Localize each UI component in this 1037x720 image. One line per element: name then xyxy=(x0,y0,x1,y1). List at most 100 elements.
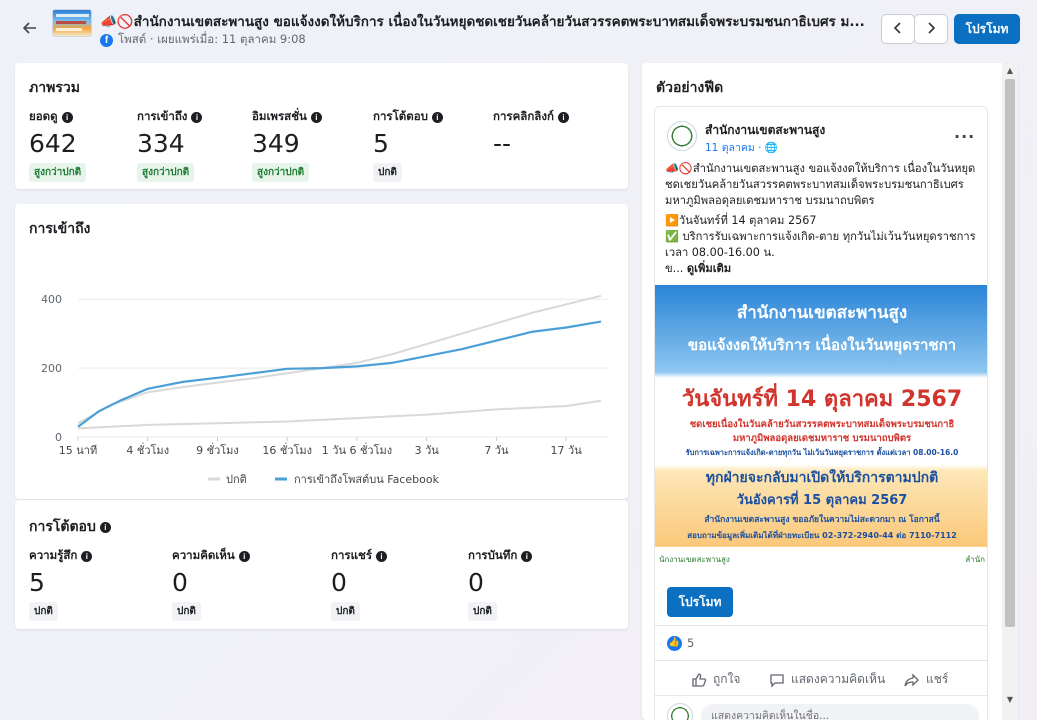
image-text: มหาภูมิพลอดุลยเดชมหาราช บรมนาถบพิตร xyxy=(732,433,912,444)
info-icon[interactable]: i xyxy=(557,111,569,123)
status-badge: ปกติ xyxy=(29,602,58,621)
post-thumbnail xyxy=(52,9,92,37)
chevron-left-icon xyxy=(893,22,901,34)
x-tick-label: 4 ชั่วโมง xyxy=(126,442,169,457)
status-badge: ปกติ xyxy=(468,602,497,621)
like-button[interactable]: ถูกใจ xyxy=(691,670,740,689)
y-tick-label: 400 xyxy=(41,293,62,306)
metric-value: 0 xyxy=(468,568,484,597)
status-badge: สูงกว่าปกติ xyxy=(29,163,87,182)
metric-value: 0 xyxy=(172,568,188,597)
next-post-button[interactable] xyxy=(914,14,948,44)
metric-label: การโต้ตอบ i xyxy=(373,108,443,126)
image-footer: นักงานเขตสะพานสูง สำนัก xyxy=(655,547,987,575)
comment-icon xyxy=(770,673,784,688)
feed-preview-card: ตัวอย่างฟีด สำนักงานเขตสะพานสูง 11 ตุลาค… xyxy=(642,63,1018,720)
engagement-metric: ความคิดเห็น i 0 ปกติ xyxy=(172,547,250,621)
page-name[interactable]: สำนักงานเขตสะพานสูง xyxy=(705,121,825,140)
metric-label: ความรู้สึก i xyxy=(29,547,93,565)
y-tick-label: 0 xyxy=(55,431,62,444)
engagement-title-row: การโต้ตอบ i xyxy=(29,516,111,538)
post-text-line: ✅ บริการรับเฉพาะการแจ้งเกิด-ตาย ทุกวันไม… xyxy=(665,230,976,259)
info-icon[interactable]: i xyxy=(61,111,73,123)
image-text: ทุกฝ่ายจะกลับมาเปิดให้บริการตามปกติ xyxy=(705,470,939,486)
thumbs-up-icon[interactable]: 👍 xyxy=(667,636,682,651)
metric-value: 334 xyxy=(137,129,185,158)
post-meta-row: f โพสต์ · เผยแพร่เมื่อ: 11 ตุลาคม 9:08 xyxy=(100,32,306,48)
back-button[interactable] xyxy=(20,18,40,38)
info-icon[interactable]: i xyxy=(521,550,533,562)
comment-label: แสดงความคิดเห็น xyxy=(791,672,886,686)
post-title: 📣🚫สำนักงานเขตสะพานสูง ขอแจ้งงดให้บริการ … xyxy=(100,14,865,30)
post-text-truncated: ข... xyxy=(665,262,687,275)
status-badge: ปกติ xyxy=(373,163,402,182)
info-icon[interactable]: i xyxy=(431,111,443,123)
image-text: ชดเชยเนื่องในวันคล้ายวันสวรรคตพระบาทสมเด… xyxy=(689,419,955,430)
overview-card: ภาพรวม ยอดดู i 642 สูงกว่าปกติ การเข้าถึง i 33… xyxy=(15,63,628,189)
like-label: ถูกใจ xyxy=(713,672,741,686)
reactions-row: 👍 5 xyxy=(655,625,987,661)
info-icon[interactable]: i xyxy=(238,550,250,562)
more-options-icon[interactable]: ··· xyxy=(954,127,975,146)
promote-button[interactable]: โปรโมท xyxy=(954,14,1020,44)
post-text: 📣🚫สำนักงานเขตสะพานสูง ขอแจ้งงดให้บริการ … xyxy=(665,161,983,281)
post-text-line: 📣🚫สำนักงานเขตสะพานสูง ขอแจ้งงดให้บริการ … xyxy=(665,162,976,207)
image-text: วันอังคารที่ 15 ตุลาคม 2567 xyxy=(736,493,908,508)
feed-scrollbar[interactable]: ▲ ▼ xyxy=(1002,63,1018,720)
engagement-metric: การแชร์ i 0 ปกติ xyxy=(331,547,387,621)
metric-label: การบันทึก i xyxy=(468,547,533,565)
status-badge: สูงกว่าปกติ xyxy=(137,163,195,182)
x-tick-label: 1 วัน 6 ชั่วโมง xyxy=(322,442,392,457)
image-text: สำนักงานเขตสะพานสูง ขออภัยในความไม่สะดวก… xyxy=(704,515,940,525)
y-tick-label: 200 xyxy=(41,362,62,375)
engagement-card: การโต้ตอบ i ความรู้สึก i 5 ปกติ ความคิดเห็น i… xyxy=(15,500,628,629)
post-meta: โพสต์ · เผยแพร่เมื่อ: 11 ตุลาคม 9:08 xyxy=(118,32,306,46)
engagement-title: การโต้ตอบ xyxy=(29,519,96,535)
feed-post: สำนักงานเขตสะพานสูง 11 ตุลาคม · 🌐 ··· 📣🚫… xyxy=(654,106,988,720)
feed-preview-title: ตัวอย่างฟีด xyxy=(656,80,724,96)
post-image[interactable]: สำนักงานเขตสะพานสูง ขอแจ้งงดให้บริการ เน… xyxy=(655,285,987,575)
reach-chart: 0 200 400 15 นาที 4 ชั่วโมง 9 ชั่วโมง 16 ชั่วโ… xyxy=(41,293,608,486)
scroll-up-icon[interactable]: ▲ xyxy=(1005,66,1015,76)
comment-row xyxy=(655,695,987,720)
overview-metric: อิมเพรสชั่น i 349 สูงกว่าปกติ xyxy=(252,108,322,182)
status-badge: ปกติ xyxy=(172,602,201,621)
facebook-icon: f xyxy=(100,33,113,47)
info-icon[interactable]: i xyxy=(310,111,322,123)
previous-post-button[interactable] xyxy=(881,14,915,44)
share-icon xyxy=(904,672,919,687)
overview-title: ภาพรวม xyxy=(29,80,80,96)
scroll-thumb[interactable] xyxy=(1005,79,1015,627)
metric-label: การคลิกลิงก์ i xyxy=(493,108,569,126)
overview-metric: ยอดดู i 642 สูงกว่าปกติ xyxy=(29,108,87,182)
post-actions: ถูกใจ แสดงความคิดเห็น แชร์ xyxy=(655,661,987,695)
see-more-link[interactable]: ดูเพิ่มเติม xyxy=(687,262,731,275)
series-line-normal-low xyxy=(77,399,602,430)
info-icon[interactable]: i xyxy=(191,111,203,123)
metric-label: อิมเพรสชั่น i xyxy=(252,108,322,126)
metric-label: การแชร์ i xyxy=(331,547,387,565)
reach-card: การเข้าถึง 0 200 400 15 นาที 4 ชั่วโมง 9 ชั่ว… xyxy=(15,204,628,499)
image-footer-text: นักงานเขตสะพานสูง xyxy=(659,555,730,564)
comment-input[interactable] xyxy=(701,704,979,720)
image-text: วันจันทร์ที่ 14 ตุลาคม 2567 xyxy=(681,387,963,412)
arrow-left-icon xyxy=(22,22,36,34)
chevron-right-icon xyxy=(928,22,936,34)
status-badge: สูงกว่าปกติ xyxy=(252,163,310,182)
post-date[interactable]: 11 ตุลาคม · 🌐 xyxy=(705,139,778,156)
engagement-metric: การบันทึก i 0 ปกติ xyxy=(468,547,533,621)
comment-button[interactable]: แสดงความคิดเห็น xyxy=(769,670,885,689)
info-icon[interactable]: i xyxy=(376,550,387,562)
metric-label: การเข้าถึง i xyxy=(137,108,203,126)
metric-value: 642 xyxy=(29,129,77,158)
info-icon[interactable]: i xyxy=(81,550,93,562)
scroll-down-icon[interactable]: ▼ xyxy=(1005,695,1015,705)
image-footer-text: สำนัก xyxy=(965,555,985,564)
info-icon[interactable]: i xyxy=(99,521,111,533)
page-avatar[interactable] xyxy=(667,121,697,151)
metric-label: ยอดดู i xyxy=(29,108,86,126)
reaction-count[interactable]: 5 xyxy=(687,636,694,650)
share-button[interactable]: แชร์ xyxy=(904,670,948,689)
feed-promote-button[interactable]: โปรโมท xyxy=(667,587,733,617)
metric-value: -- xyxy=(493,129,512,158)
